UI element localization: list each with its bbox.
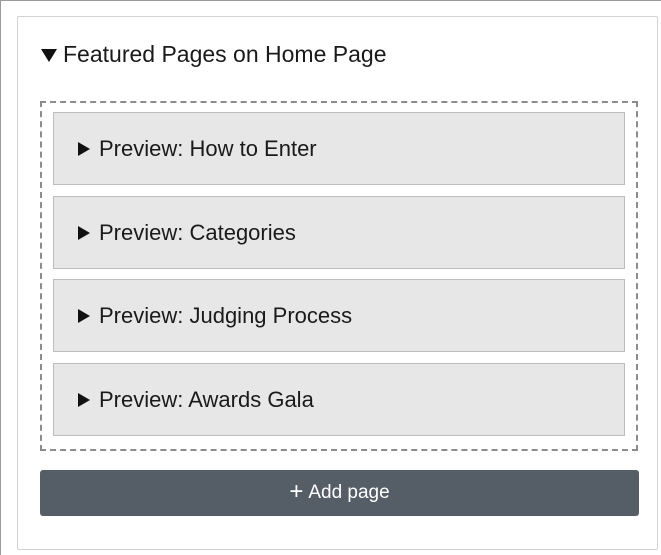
section-title: Featured Pages on Home Page	[63, 41, 387, 67]
add-page-label: Add page	[308, 482, 390, 503]
featured-pages-card: Featured Pages on Home Page Preview: How…	[17, 16, 658, 550]
preview-item-label: Preview: Categories	[99, 219, 296, 245]
plus-icon: +	[289, 478, 304, 505]
editor-panel: Featured Pages on Home Page Preview: How…	[0, 0, 661, 555]
preview-item-awards-gala[interactable]: Preview: Awards Gala	[53, 363, 625, 436]
add-page-button[interactable]: + Add page	[40, 470, 639, 516]
preview-item-judging-process[interactable]: Preview: Judging Process	[53, 279, 625, 352]
preview-item-label: Preview: How to Enter	[99, 135, 317, 161]
preview-item-label: Preview: Awards Gala	[99, 386, 314, 412]
preview-item-label: Preview: Judging Process	[99, 302, 353, 328]
featured-pages-list: Preview: How to Enter Preview: Categorie…	[40, 101, 638, 451]
triangle-right-icon	[78, 308, 90, 323]
triangle-right-icon	[78, 141, 90, 156]
triangle-right-icon	[78, 225, 90, 240]
preview-item-how-to-enter[interactable]: Preview: How to Enter	[53, 112, 625, 185]
triangle-down-icon	[41, 49, 57, 62]
triangle-right-icon	[78, 392, 90, 407]
featured-pages-toggle[interactable]: Featured Pages on Home Page	[41, 41, 386, 68]
preview-item-categories[interactable]: Preview: Categories	[53, 196, 625, 269]
